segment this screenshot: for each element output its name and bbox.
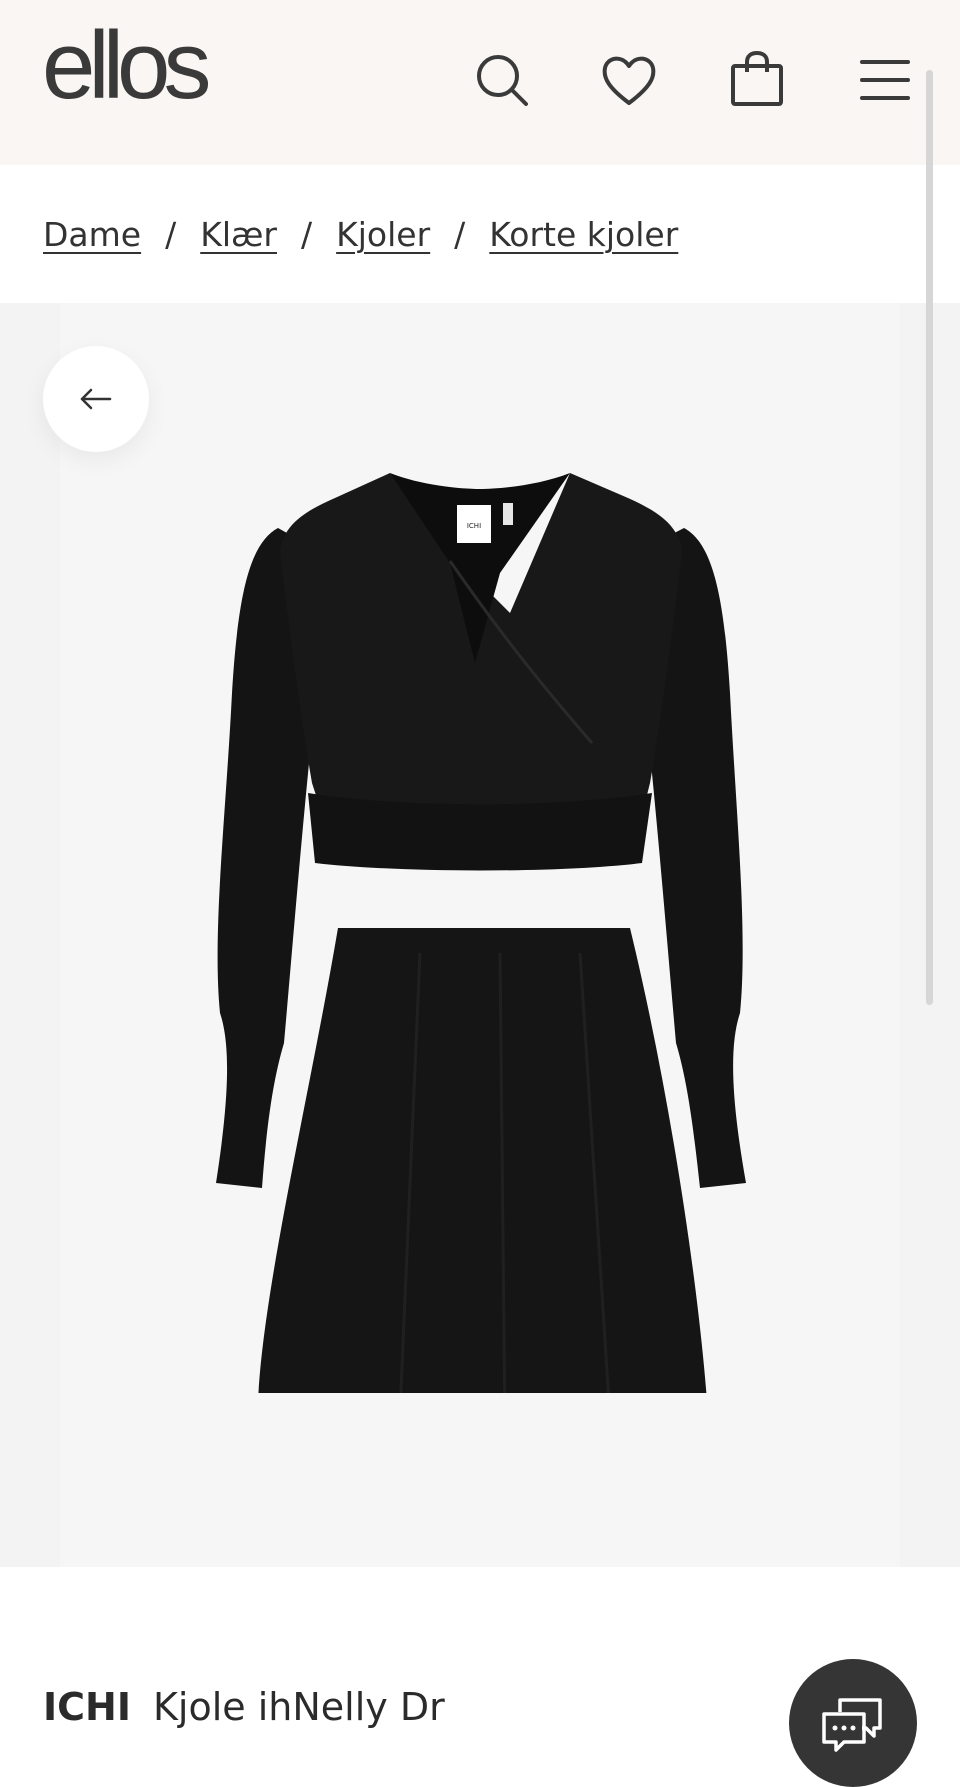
breadcrumb-separator: / [301, 214, 313, 254]
dress-label-text: ICHI [467, 522, 481, 530]
menu-icon[interactable] [852, 48, 916, 112]
chat-button[interactable] [789, 1659, 917, 1787]
ellos-logo[interactable]: ellos [42, 18, 211, 114]
page-scrollbar[interactable] [926, 70, 933, 1005]
breadcrumb: Dame / Klær / Kjoler / Korte kjoler [43, 212, 678, 256]
breadcrumb-item-kjoler[interactable]: Kjoler [336, 215, 430, 254]
search-icon[interactable] [470, 48, 534, 112]
site-header: ellos [0, 0, 960, 165]
heart-icon[interactable] [597, 48, 661, 112]
arrow-left-icon [80, 388, 112, 410]
product-image[interactable]: ICHI [200, 393, 760, 1393]
breadcrumb-item-dame[interactable]: Dame [43, 215, 141, 254]
breadcrumb-item-korte-kjoler[interactable]: Korte kjoler [489, 215, 678, 254]
product-image-gallery[interactable]: ICHI [0, 303, 960, 1567]
product-name: Kjole ihNelly Dr [152, 1685, 445, 1729]
breadcrumb-item-klaer[interactable]: Klær [200, 215, 277, 254]
shopping-bag-icon[interactable] [725, 48, 789, 112]
product-brand[interactable]: ICHI [43, 1685, 131, 1729]
breadcrumb-separator: / [165, 214, 177, 254]
product-title: ICHI Kjole ihNelly Dr [43, 1682, 445, 1732]
previous-image-button[interactable] [43, 346, 149, 452]
breadcrumb-separator: / [454, 214, 466, 254]
chat-bubble-icon [822, 1698, 882, 1752]
